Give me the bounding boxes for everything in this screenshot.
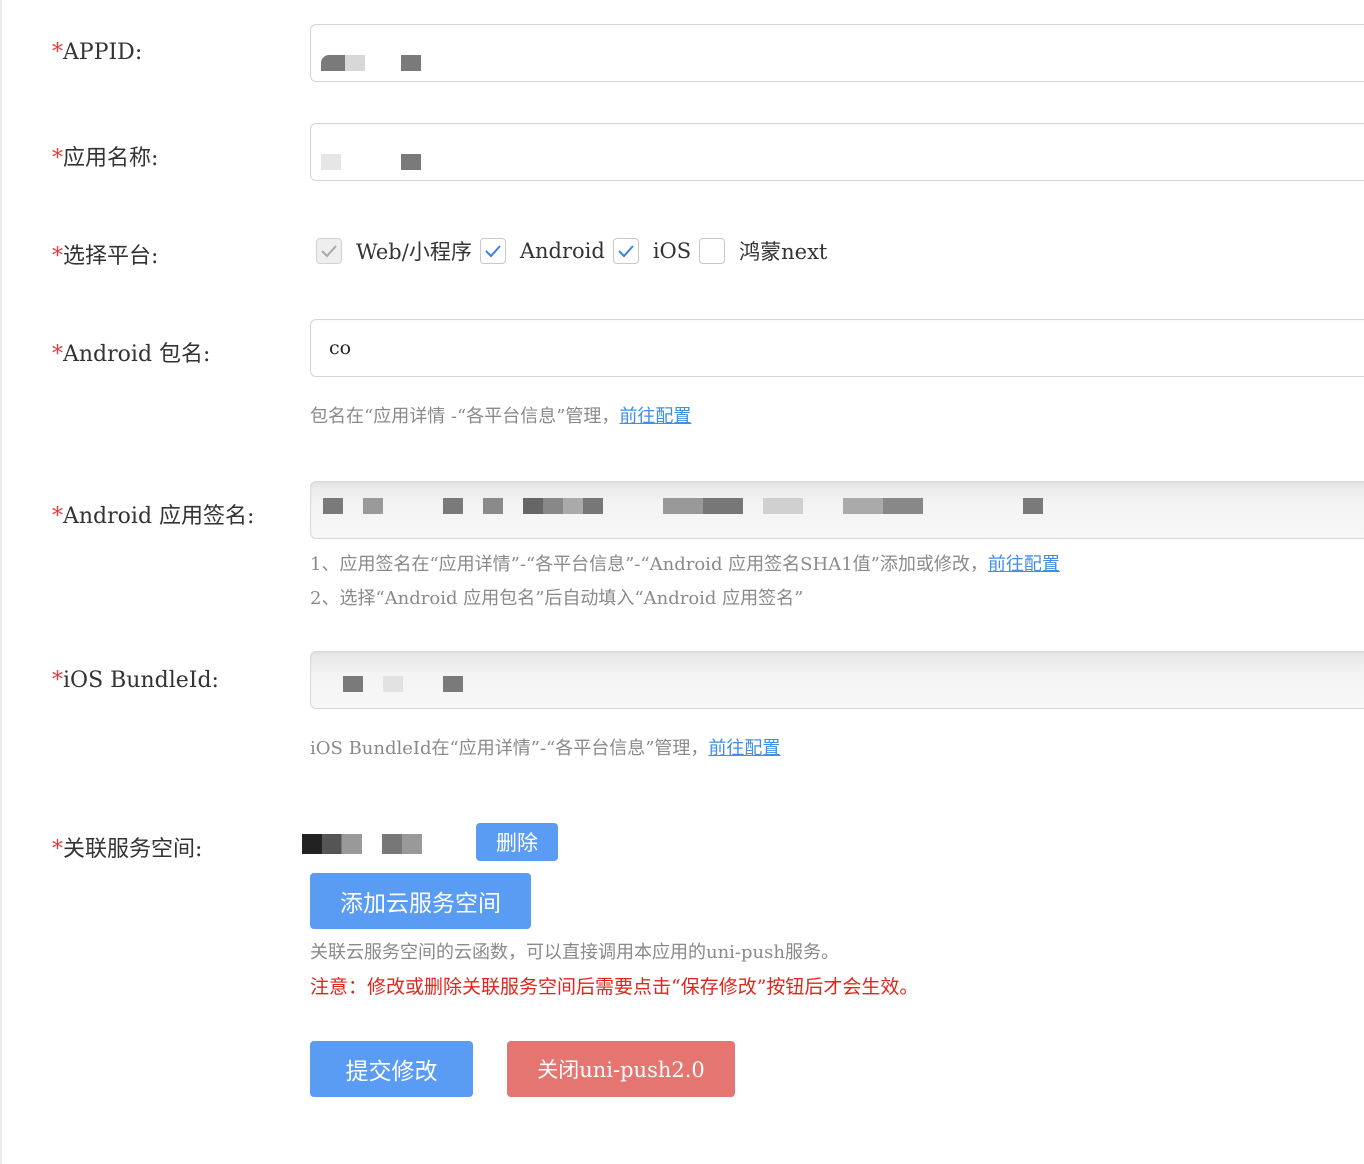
android-package-label: *Android 包名:	[52, 342, 211, 367]
android-signature-label: *Android 应用签名:	[52, 504, 255, 529]
required-mark: *	[52, 40, 63, 65]
submit-button[interactable]: 提交修改	[310, 1041, 473, 1097]
redacted-value	[763, 498, 803, 514]
redacted-value	[323, 498, 343, 514]
ios-bundle-hint: iOS BundleId在“应用详情”-“各平台信息”管理，前往配置	[310, 738, 781, 759]
redacted-value	[345, 55, 365, 71]
platform-label-android: Android	[519, 239, 605, 263]
appid-field[interactable]	[310, 24, 1364, 82]
check-icon	[321, 245, 337, 258]
delete-space-button[interactable]: 删除	[476, 823, 558, 861]
android-signature-hint-1: 1、应用签名在“应用详情”-“各平台信息”-“Android 应用签名SHA1值…	[310, 554, 1060, 575]
check-icon	[485, 245, 501, 258]
platform-label-harmony: 鸿蒙next	[739, 240, 828, 264]
goto-config-link[interactable]: 前往配置	[988, 554, 1060, 575]
app-name-label: *应用名称:	[52, 146, 159, 171]
service-space-warning: 注意：修改或删除关联服务空间后需要点击“保存修改”按钮后才会生效。	[310, 976, 919, 998]
redacted-value	[443, 676, 463, 692]
appid-label: *APPID:	[52, 40, 143, 65]
goto-config-link[interactable]: 前往配置	[708, 738, 780, 759]
redacted-value	[343, 676, 363, 692]
redacted-value	[383, 676, 403, 692]
redacted-value	[401, 55, 421, 71]
android-package-select[interactable]: co	[310, 319, 1364, 377]
service-space-label: *关联服务空间:	[52, 837, 203, 862]
redacted-value	[443, 498, 463, 514]
android-signature-hint-2: 2、选择“Android 应用包名”后自动填入“Android 应用签名”	[310, 588, 804, 609]
goto-config-link[interactable]: 前往配置	[619, 406, 691, 427]
checkbox-web-miniprogram[interactable]	[316, 238, 342, 264]
service-space-hint: 关联云服务空间的云函数，可以直接调用本应用的uni-push服务。	[310, 942, 839, 963]
check-icon	[618, 245, 634, 258]
android-package-hint: 包名在“应用详情 -“各平台信息”管理，前往配置	[310, 406, 692, 427]
redacted-value	[382, 834, 422, 854]
redacted-value	[663, 498, 743, 514]
platform-checkbox-group: Web/小程序 Android iOS 鸿蒙next	[316, 236, 835, 266]
platform-label-web: Web/小程序	[356, 240, 472, 264]
redacted-value	[401, 154, 421, 170]
ios-bundle-field[interactable]	[310, 651, 1364, 709]
platforms-label: *选择平台:	[52, 244, 159, 269]
checkbox-ios[interactable]	[612, 238, 639, 264]
redacted-value	[1023, 498, 1043, 514]
redacted-value	[302, 834, 362, 854]
redacted-value	[483, 498, 503, 514]
uni-push-config-form: *APPID: *应用名称: *选择平台: Web/小程序 Android iO…	[0, 0, 1364, 1164]
redacted-value	[321, 154, 341, 170]
redacted-value	[843, 498, 923, 514]
close-uni-push-button[interactable]: 关闭uni-push2.0	[507, 1041, 735, 1097]
app-name-field[interactable]	[310, 123, 1364, 181]
redacted-value	[363, 498, 383, 514]
redacted-value	[523, 498, 603, 514]
checkbox-harmony-next[interactable]	[699, 238, 726, 264]
android-signature-field[interactable]	[310, 481, 1364, 539]
add-cloud-space-button[interactable]: 添加云服务空间	[310, 873, 531, 929]
platform-label-ios: iOS	[652, 239, 692, 263]
ios-bundle-label: *iOS BundleId:	[52, 668, 219, 693]
checkbox-android[interactable]	[479, 238, 506, 264]
